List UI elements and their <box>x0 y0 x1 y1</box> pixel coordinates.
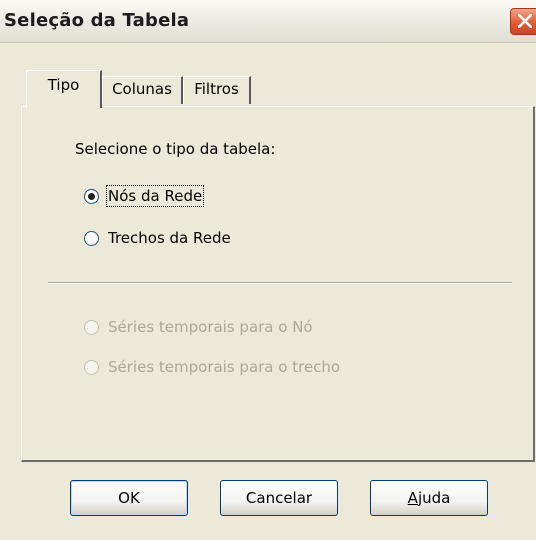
dialog-window: Seleção da Tabela Tipo Colunas Filtros S… <box>0 0 536 540</box>
help-label-rest: juda <box>417 489 451 507</box>
tab-panel <box>21 106 535 462</box>
help-button[interactable]: Ajuda <box>370 480 488 516</box>
tab-tipo[interactable]: Tipo <box>26 70 102 108</box>
cancel-button[interactable]: Cancelar <box>220 480 338 516</box>
tab-filtros[interactable]: Filtros <box>183 76 251 104</box>
window-title: Seleção da Tabela <box>4 10 190 31</box>
radio-nos-da-rede[interactable] <box>84 189 99 204</box>
option-series-trecho-label: Séries temporais para o trecho <box>108 358 341 376</box>
tab-filtros-label: Filtros <box>194 80 239 98</box>
table-type-prompt: Selecione o tipo da tabela: <box>75 140 276 158</box>
radio-trechos-da-rede[interactable] <box>84 231 99 246</box>
radio-selected-dot <box>88 193 95 200</box>
radio-series-trecho <box>84 360 99 375</box>
separator <box>48 282 512 284</box>
help-button-label: Ajuda <box>408 489 451 507</box>
ok-button[interactable]: OK <box>70 480 188 516</box>
tab-colunas-label: Colunas <box>112 80 172 98</box>
title-bar[interactable]: Seleção da Tabela <box>0 0 536 43</box>
tab-tipo-label: Tipo <box>47 76 80 94</box>
option-nos-da-rede-label: Nós da Rede <box>105 185 205 207</box>
option-series-no-label: Séries temporais para o Nó <box>108 318 313 336</box>
close-button[interactable] <box>510 8 536 35</box>
radio-series-no <box>84 320 99 335</box>
close-icon <box>518 14 532 28</box>
cancel-button-label: Cancelar <box>245 489 313 507</box>
help-access-key: A <box>407 489 418 507</box>
tab-colunas[interactable]: Colunas <box>102 76 183 104</box>
option-trechos-da-rede-label: Trechos da Rede <box>108 229 231 247</box>
ok-button-label: OK <box>118 489 140 507</box>
